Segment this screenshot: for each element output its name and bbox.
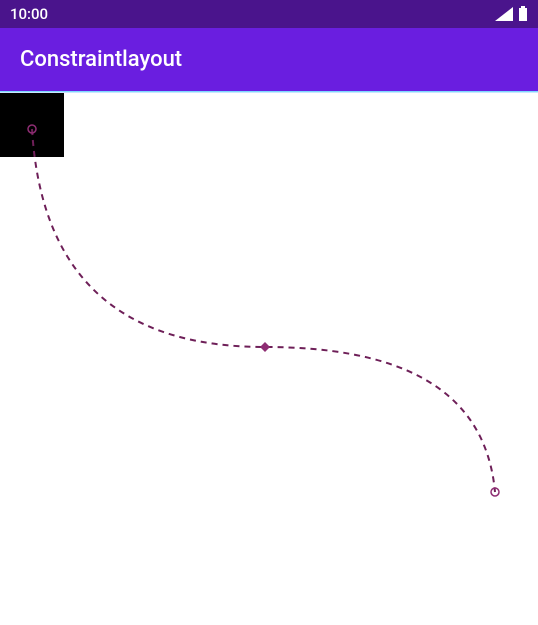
status-time: 10:00 <box>10 5 48 23</box>
status-bar: 10:00 <box>0 0 538 28</box>
action-bar-title: Constraintlayout <box>20 47 182 72</box>
draggable-view[interactable] <box>0 93 64 157</box>
design-surface[interactable] <box>0 92 538 624</box>
status-icons <box>494 6 528 22</box>
anchor-mid-icon[interactable] <box>260 342 270 352</box>
signal-icon <box>494 6 514 22</box>
battery-icon <box>518 6 528 22</box>
motion-path <box>0 93 538 625</box>
anchor-end-icon[interactable] <box>491 488 499 496</box>
action-bar: Constraintlayout <box>0 28 538 92</box>
